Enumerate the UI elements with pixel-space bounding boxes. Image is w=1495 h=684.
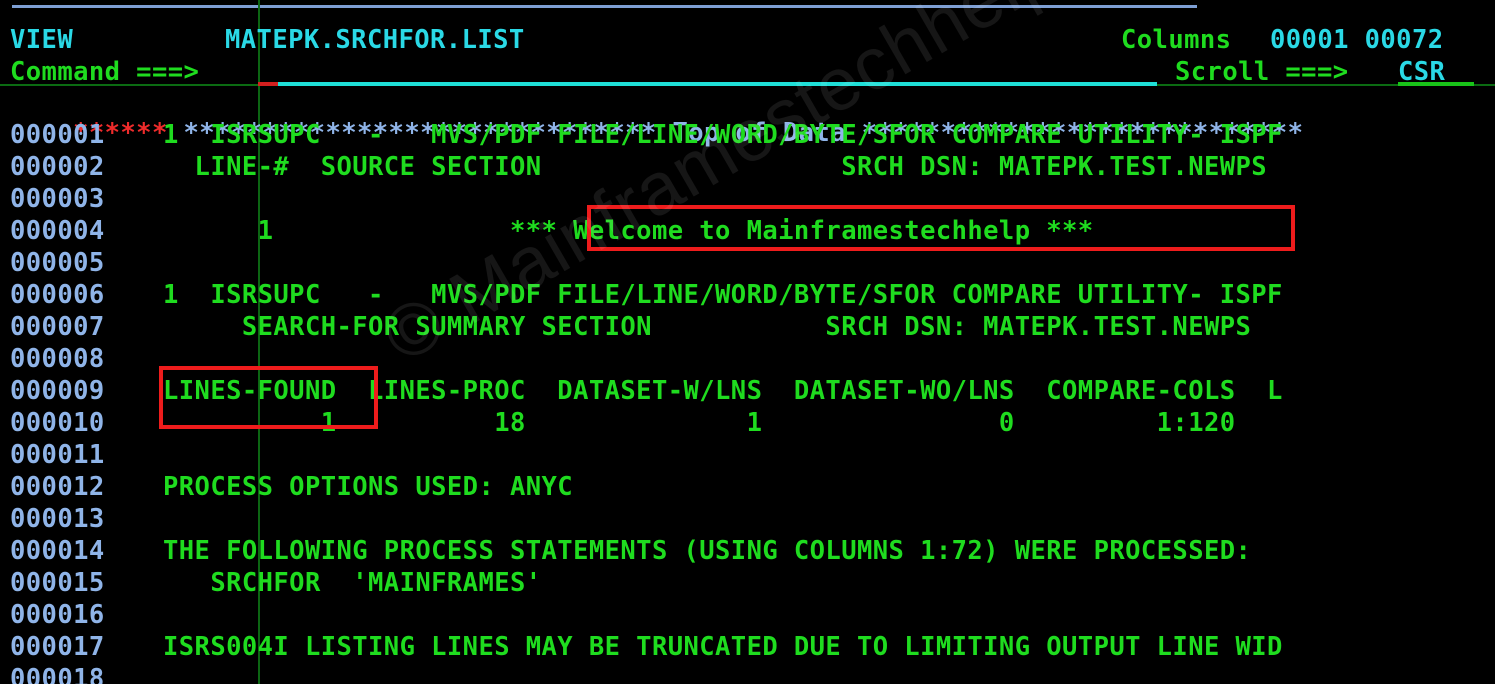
line-number: 000004 bbox=[10, 216, 105, 246]
line-content[interactable]: 1 ISRSUPC - MVS/PDF FILE/LINE/WORD/BYTE/… bbox=[163, 280, 1283, 310]
line-number: 000017 bbox=[10, 632, 105, 662]
line-number: 000008 bbox=[10, 344, 105, 374]
line-number: 000012 bbox=[10, 472, 105, 502]
line-content[interactable]: PROCESS OPTIONS USED: ANYC bbox=[163, 472, 573, 502]
columns-value: 00001 00072 bbox=[1270, 25, 1444, 55]
line-content[interactable]: SRCHFOR 'MAINFRAMES' bbox=[163, 568, 542, 598]
line-number: 000001 bbox=[10, 120, 105, 150]
columns-label: Columns bbox=[1121, 25, 1232, 55]
terminal-screen: VIEW MATEPK.SRCHFOR.LIST Columns 00001 0… bbox=[0, 0, 1495, 684]
line-number: 000003 bbox=[10, 184, 105, 214]
view-mode-label: VIEW bbox=[10, 25, 74, 55]
command-input-underline[interactable] bbox=[278, 82, 1157, 86]
line-number: 000010 bbox=[10, 408, 105, 438]
line-content[interactable]: LINES-FOUND LINES-PROC DATASET-W/LNS DAT… bbox=[163, 376, 1283, 406]
line-number: 000007 bbox=[10, 312, 105, 342]
line-content[interactable]: SEARCH-FOR SUMMARY SECTION SRCH DSN: MAT… bbox=[163, 312, 1251, 342]
line-number: 000018 bbox=[10, 664, 105, 684]
line-number: 000011 bbox=[10, 440, 105, 470]
line-number: 000014 bbox=[10, 536, 105, 566]
dataset-name: MATEPK.SRCHFOR.LIST bbox=[225, 25, 525, 55]
line-number: 000016 bbox=[10, 600, 105, 630]
line-content[interactable]: ISRS004I LISTING LINES MAY BE TRUNCATED … bbox=[163, 632, 1283, 662]
line-content[interactable]: THE FOLLOWING PROCESS STATEMENTS (USING … bbox=[163, 536, 1251, 566]
line-number: 000002 bbox=[10, 152, 105, 182]
line-number: 000006 bbox=[10, 280, 105, 310]
line-number: 000013 bbox=[10, 504, 105, 534]
line-number: 000005 bbox=[10, 248, 105, 278]
line-number: 000015 bbox=[10, 568, 105, 598]
scroll-value-underline bbox=[1398, 82, 1474, 86]
line-number: 000009 bbox=[10, 376, 105, 406]
line-content[interactable]: 1 18 1 0 1:120 bbox=[163, 408, 1236, 438]
command-cursor bbox=[258, 82, 278, 86]
